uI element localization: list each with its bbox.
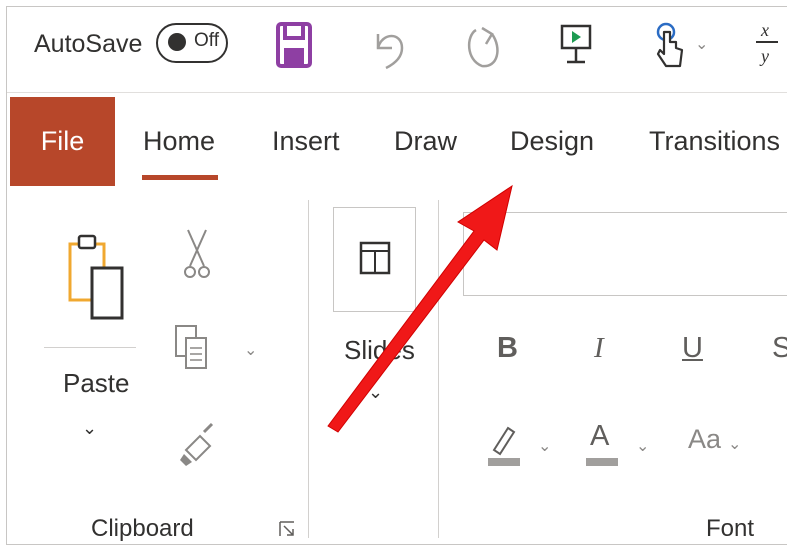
annotation-arrow-icon: [327, 184, 513, 433]
